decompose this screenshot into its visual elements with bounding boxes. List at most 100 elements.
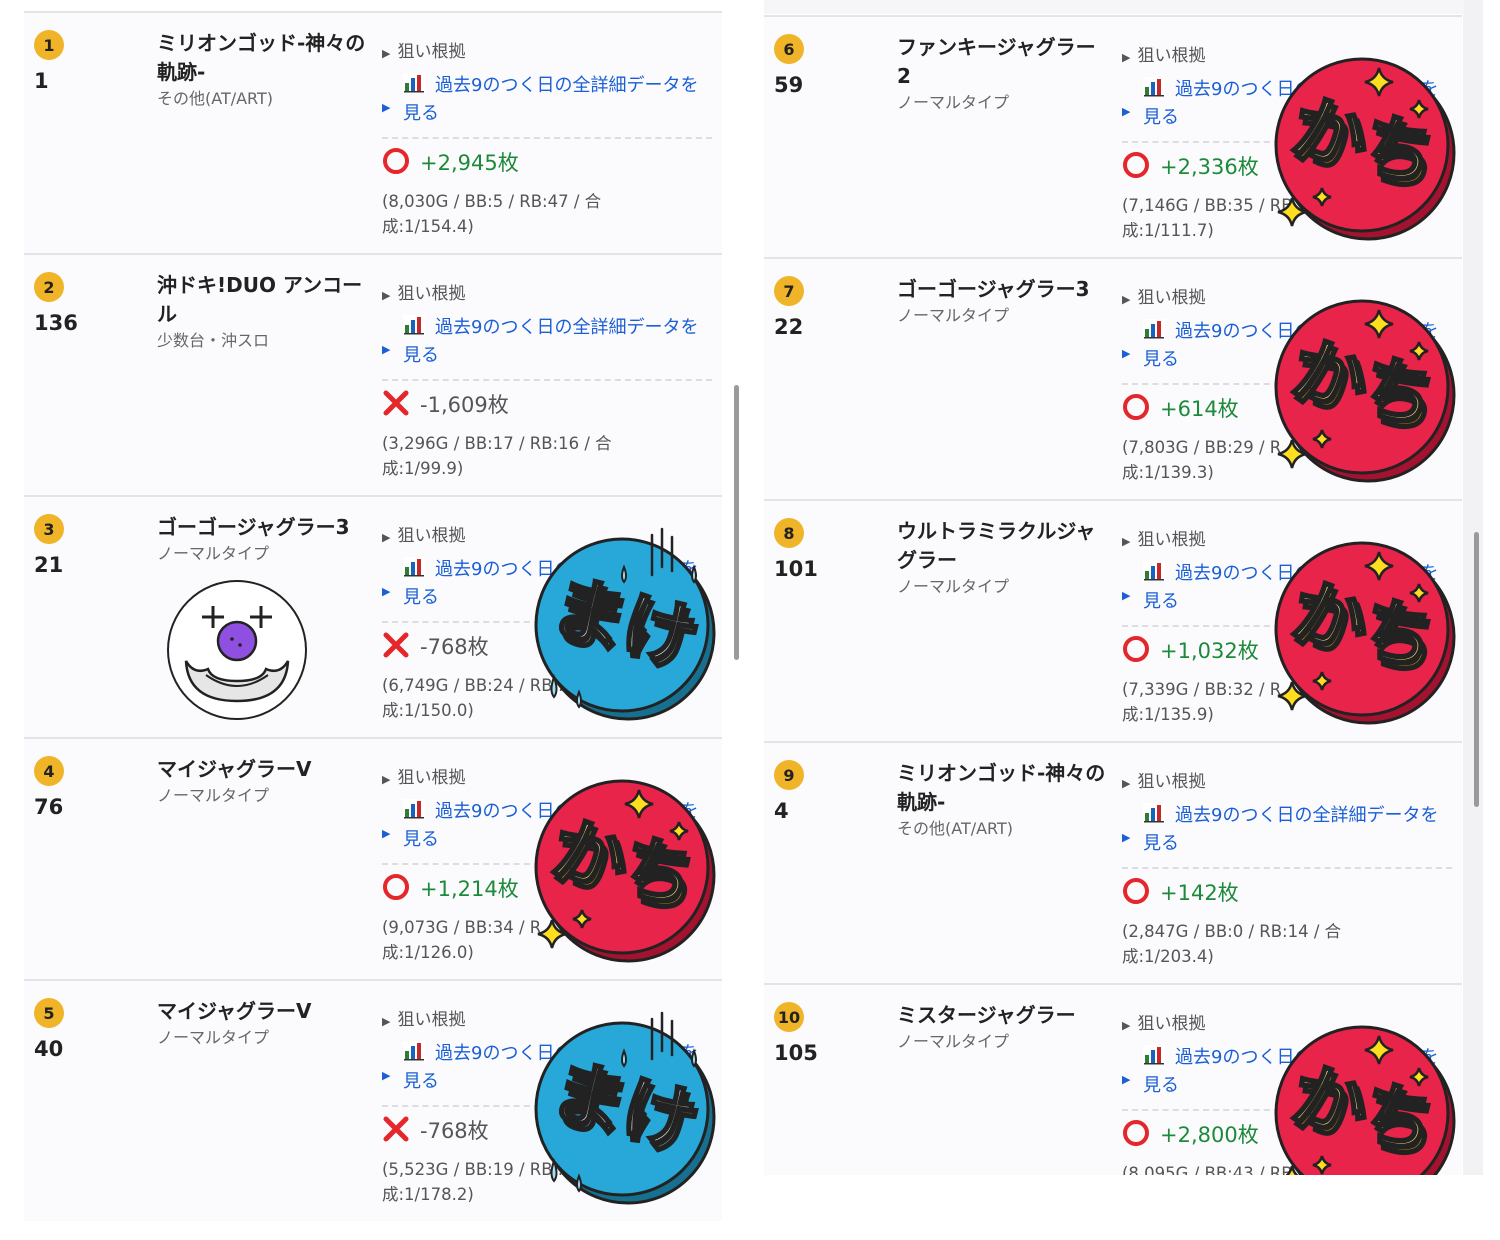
machine-name[interactable]: ミスタージャグラー ノーマルタイプ <box>897 1001 1109 1054</box>
bar-chart-icon <box>403 557 425 585</box>
circle-win-icon <box>1122 635 1150 668</box>
scrollbar-left[interactable] <box>734 385 739 660</box>
ranking-row: 9 4 ミリオンゴッド-神々の軌跡- その他(AT/ART) ▶ 狙い根拠 ▶ 過去9… <box>764 741 1462 983</box>
triangle-right-icon: ▶ <box>382 101 391 114</box>
bar-chart-icon <box>403 799 425 827</box>
machine-type: その他(AT/ART) <box>157 89 274 108</box>
machine-name[interactable]: ゴーゴージャグラー3 ノーマルタイプ <box>897 275 1109 328</box>
machine-name[interactable]: 沖ドキ!DUO アンコール 少数台・沖スロ <box>157 271 369 353</box>
result-value: +142枚 <box>1122 877 1239 910</box>
machine-type: ノーマルタイプ <box>157 786 270 805</box>
machine-name[interactable]: ミリオンゴッド-神々の軌跡- その他(AT/ART) <box>897 759 1109 841</box>
circle-win-icon <box>1122 1119 1150 1152</box>
triangle-right-icon: ▶ <box>382 47 391 60</box>
rank-badge: 7 <box>774 276 804 306</box>
machine-number: 101 <box>774 557 818 581</box>
machine-number: 59 <box>774 73 804 97</box>
link-label: 過去9のつく日の全詳細データを見る <box>403 317 699 366</box>
reason-toggle[interactable]: ▶ 狙い根拠 <box>382 37 465 62</box>
result-value: +1,032枚 <box>1122 635 1259 668</box>
machine-number: 105 <box>774 1041 818 1065</box>
machine-type: ノーマルタイプ <box>157 1028 270 1047</box>
result-value: +614枚 <box>1122 393 1239 426</box>
triangle-right-icon: ▶ <box>1122 831 1131 844</box>
machine-name[interactable]: ミリオンゴッド-神々の軌跡- その他(AT/ART) <box>157 29 369 111</box>
lose-stamp: まけ まけ <box>524 527 724 727</box>
dashed-divider <box>382 379 712 381</box>
triangle-right-icon: ▶ <box>1122 105 1131 118</box>
reason-toggle[interactable]: ▶ 狙い根拠 <box>1122 41 1205 66</box>
detail-data-link[interactable]: ▶ 過去9のつく日の全詳細データを見る <box>382 73 712 127</box>
dashed-divider <box>1122 867 1452 869</box>
dashed-divider <box>382 137 712 139</box>
win-stamp: かち かち <box>1264 1015 1464 1175</box>
reason-toggle[interactable]: ▶ 狙い根拠 <box>1122 283 1205 308</box>
ranking-row: 10 105 ミスタージャグラーノーマルタイプ ▶狙い根拠 ▶過去9のつく日の全… <box>764 983 1462 1175</box>
win-stamp: かち かち <box>1264 289 1464 489</box>
triangle-right-icon: ▶ <box>1122 589 1131 602</box>
ranking-column-right: 6 59 ファンキージャグラー2ノーマルタイプ ▶ 狙い根拠 ▶ 過去9のつく日の全… <box>764 0 1464 1175</box>
rank-badge: 5 <box>34 998 64 1028</box>
reason-toggle[interactable]: ▶ 狙い根拠 <box>1122 1009 1205 1034</box>
ranking-row: 4 76 マイジャグラーVノーマルタイプ ▶狙い根拠 ▶過去9のつく日の全詳細デ… <box>24 737 722 979</box>
triangle-right-icon: ▶ <box>382 343 391 356</box>
rank-badge: 2 <box>34 272 64 302</box>
stats-text: (3,296G / BB:17 / RB:16 / 合成:1/99.9) <box>382 434 612 478</box>
circle-win-icon <box>382 147 410 180</box>
machine-name[interactable]: ウルトラミラクルジャグラー ノーマルタイプ <box>897 517 1109 599</box>
rank-badge: 1 <box>34 30 64 60</box>
bar-chart-icon <box>403 73 425 101</box>
stats-text: (8,030G / BB:5 / RB:47 / 合成:1/154.4) <box>382 192 602 236</box>
scrollbar-right[interactable] <box>1474 532 1479 807</box>
machine-name[interactable]: ゴーゴージャグラー3 ノーマルタイプ <box>157 513 369 566</box>
rank-badge: 3 <box>34 514 64 544</box>
machine-number: 1 <box>34 69 49 93</box>
ranking-row: 5 40 マイジャグラーVノーマルタイプ ▶狙い根拠 ▶過去9のつく日の全詳細デ… <box>24 979 722 1221</box>
ranking-row: 1 1 ミリオンゴッド-神々の軌跡- その他(AT/ART) ▶ 狙い根拠 ▶ 過去9… <box>24 11 722 253</box>
bar-chart-icon <box>1143 77 1165 105</box>
result-value: -1,609枚 <box>382 389 509 422</box>
link-label: 過去9のつく日の全詳細データを見る <box>1143 805 1439 854</box>
machine-number: 21 <box>34 553 64 577</box>
reason-label: 狙い根拠 <box>397 42 466 62</box>
result-value: +1,214枚 <box>382 873 519 906</box>
triangle-right-icon: ▶ <box>1122 347 1131 360</box>
ranking-row: 8 101 ウルトラミラクルジャグラー ノーマルタイプ ▶ 狙い根拠 ▶ 過去9のつく… <box>764 499 1462 741</box>
machine-name[interactable]: マイジャグラーV ノーマルタイプ <box>157 755 369 808</box>
triangle-right-icon: ▶ <box>382 289 391 302</box>
detail-data-link[interactable]: ▶ 過去9のつく日の全詳細データを見る <box>1122 803 1452 857</box>
rank-badge: 10 <box>774 1002 804 1032</box>
reason-label: 狙い根拠 <box>397 1010 466 1030</box>
bar-chart-icon <box>403 1041 425 1069</box>
machine-name[interactable]: ファンキージャグラー2 ノーマルタイプ <box>897 33 1109 115</box>
machine-type: 少数台・沖スロ <box>157 331 270 350</box>
win-stamp: かち かち <box>524 769 724 969</box>
triangle-right-icon: ▶ <box>1122 777 1131 790</box>
cross-lose-icon <box>382 1115 410 1148</box>
result-value: +2,800枚 <box>1122 1119 1259 1152</box>
reason-toggle[interactable]: ▶ 狙い根拠 <box>382 763 465 788</box>
triangle-right-icon: ▶ <box>1122 535 1131 548</box>
reason-label: 狙い根拠 <box>397 526 466 546</box>
detail-data-link[interactable]: ▶ 過去9のつく日の全詳細データを見る <box>382 315 712 369</box>
reason-toggle[interactable]: ▶ 狙い根拠 <box>1122 767 1205 792</box>
reason-toggle[interactable]: ▶ 狙い根拠 <box>1122 525 1205 550</box>
bar-chart-icon <box>1143 1045 1165 1073</box>
stats-text: (2,847G / BB:0 / RB:14 / 合成:1/203.4) <box>1122 922 1342 966</box>
ranking-row: 6 59 ファンキージャグラー2ノーマルタイプ ▶狙い根拠 ▶過去9のつく日の全… <box>764 15 1462 257</box>
cross-lose-icon <box>382 389 410 422</box>
reason-label: 狙い根拠 <box>397 284 466 304</box>
triangle-right-icon: ▶ <box>1122 51 1131 64</box>
reason-toggle[interactable]: ▶ 狙い根拠 <box>382 521 465 546</box>
reason-label: 狙い根拠 <box>1137 1014 1206 1034</box>
machine-type: ノーマルタイプ <box>897 577 1010 596</box>
machine-name[interactable]: マイジャグラーV ノーマルタイプ <box>157 997 369 1050</box>
result-value: -768枚 <box>382 631 489 664</box>
reason-toggle[interactable]: ▶ 狙い根拠 <box>382 279 465 304</box>
reason-toggle[interactable]: ▶ 狙い根拠 <box>382 1005 465 1030</box>
lose-stamp: まけ まけ <box>524 1011 724 1211</box>
win-stamp: かち かち <box>1264 47 1464 247</box>
bar-chart-icon <box>403 315 425 343</box>
result-value: +2,945枚 <box>382 147 519 180</box>
triangle-right-icon: ▶ <box>1122 1019 1131 1032</box>
